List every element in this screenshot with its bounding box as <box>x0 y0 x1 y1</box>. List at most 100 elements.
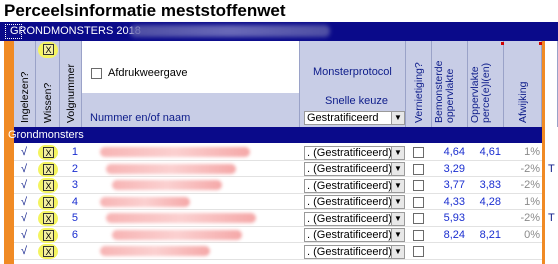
afwijking-value: -2% <box>520 162 540 175</box>
header-monsterprotocol-label: Monsterprotocol <box>313 66 392 78</box>
ingelezen-check: √ <box>21 195 28 208</box>
vernietiging-checkbox[interactable] <box>413 229 424 241</box>
extra-value: T <box>548 162 555 175</box>
info-bar-label: GRONDMONSTERS 2018 <box>10 25 141 37</box>
protocol-select[interactable]: . (Gestratificeerd) <box>304 195 405 209</box>
afwijking-value: -2% <box>520 179 540 191</box>
header-afwijking: Afwijking <box>504 41 542 127</box>
header-volgnummer-label: Volgnummer <box>64 64 77 123</box>
oppervlakte-value: 3,83 <box>479 179 501 191</box>
wissen-button[interactable]: X <box>43 163 54 175</box>
protocol-value: . (Gestratificeerd) <box>307 179 392 192</box>
header-ingelezen: Ingelezen? <box>14 41 36 127</box>
header-extra <box>545 41 558 127</box>
protocol-value: . (Gestratificeerd) <box>307 163 392 175</box>
bemonsterde-value: 3,77 <box>443 179 465 191</box>
vernietiging-checkbox[interactable] <box>413 213 424 224</box>
snelle-keuze-select[interactable]: Gestratificeerd <box>304 111 405 125</box>
left-accent-strip <box>4 41 14 264</box>
bemonsterde-value: 8,24 <box>443 228 465 241</box>
header-oppervlakte: Oppervlakte perce(e)l(en) <box>468 41 504 127</box>
wissen-button[interactable]: X <box>43 147 54 158</box>
vernietiging-checkbox[interactable] <box>413 163 424 175</box>
header-wissen-label: Wissen? <box>41 82 54 123</box>
afdrukweergave-checkbox[interactable] <box>91 68 102 79</box>
ingelezen-check: √ <box>21 179 28 191</box>
bemonsterde-value: 5,93 <box>443 212 465 224</box>
redacted-name <box>106 163 236 174</box>
volgnummer: 1 <box>71 146 78 158</box>
header-oppervlakte-label: Oppervlakte perce(e)l(en) <box>468 62 492 123</box>
extra-value: T <box>548 212 555 224</box>
bemonsterde-value: 3,29 <box>443 162 465 175</box>
protocol-select[interactable]: . (Gestratificeerd) <box>304 228 405 242</box>
header-volgnummer: Volgnummer <box>60 41 82 127</box>
protocol-dropdown-icon[interactable]: ▼ <box>391 146 404 159</box>
redacted-name <box>100 147 250 157</box>
afdrukweergave-label: Afdrukweergave <box>108 67 188 79</box>
protocol-dropdown-icon[interactable]: ▼ <box>391 212 404 225</box>
redacted-name <box>106 213 256 223</box>
oppervlakte-value: 4,61 <box>479 146 501 158</box>
wissen-all-button[interactable]: X <box>43 44 54 55</box>
wissen-button[interactable]: X <box>43 229 54 241</box>
protocol-select[interactable]: . (Gestratificeerd) <box>304 178 405 193</box>
protocol-select[interactable]: . (Gestratificeerd) <box>304 162 405 176</box>
header-nummer-naam-label: Nummer en/of naam <box>90 112 191 124</box>
protocol-value: . (Gestratificeerd) <box>307 212 392 225</box>
snelle-keuze-label: Snelle keuze <box>325 95 388 107</box>
protocol-select[interactable]: . (Gestratificeerd) <box>304 211 405 226</box>
section-bar <box>14 127 542 143</box>
vernietiging-checkbox[interactable] <box>413 147 424 158</box>
redacted-name <box>100 246 210 256</box>
wissen-button[interactable]: X <box>43 196 54 208</box>
snelle-keuze-dropdown-icon[interactable]: ▼ <box>391 112 404 124</box>
protocol-dropdown-icon[interactable]: ▼ <box>391 229 404 241</box>
volgnummer: 4 <box>71 195 78 208</box>
wissen-button[interactable]: X <box>43 246 54 257</box>
protocol-dropdown-icon[interactable]: ▼ <box>391 163 404 175</box>
afwijking-value: 1% <box>524 146 540 158</box>
window-title: Perceelsinformatie meststoffenwet <box>4 1 286 20</box>
vernietiging-checkbox[interactable] <box>413 180 424 191</box>
redacted-bar-text <box>130 25 330 37</box>
bemonsterde-value: 4,33 <box>443 195 465 208</box>
volgnummer: 5 <box>71 212 78 224</box>
comment-marker <box>539 42 542 45</box>
header-afwijking-label: Afwijking <box>516 81 529 123</box>
protocol-value: . (Gestratificeerd) <box>307 146 392 159</box>
protocol-dropdown-icon[interactable]: ▼ <box>391 196 404 208</box>
afwijking-value: 1% <box>524 195 540 208</box>
protocol-value: . (Gestratificeerd) <box>307 229 392 241</box>
section-label: Grondmonsters <box>8 129 84 141</box>
ingelezen-check: √ <box>21 146 28 158</box>
header-bemonsterde-label: Bemonsterde oppervlakte <box>432 60 456 123</box>
redacted-name <box>100 196 190 207</box>
header-vernietiging-label: Vernietiging? <box>412 62 425 123</box>
volgnummer: 2 <box>71 162 78 175</box>
vernietiging-checkbox[interactable] <box>413 246 424 257</box>
ingelezen-check: √ <box>21 162 28 175</box>
protocol-value: . (Gestratificeerd) <box>307 196 392 208</box>
protocol-value: . (Gestratificeerd) <box>307 245 392 258</box>
vernietiging-checkbox[interactable] <box>413 196 424 208</box>
afwijking-value: -2% <box>520 212 540 224</box>
redacted-name <box>112 180 222 190</box>
ingelezen-check: √ <box>21 245 28 257</box>
afwijking-value: 0% <box>524 228 540 241</box>
protocol-select[interactable]: . (Gestratificeerd) <box>304 145 405 160</box>
header-bemonsterde: Bemonsterde oppervlakte <box>432 41 468 127</box>
protocol-dropdown-icon[interactable]: ▼ <box>391 245 404 258</box>
snelle-keuze-value: Gestratificeerd <box>307 112 379 124</box>
oppervlakte-value: 4,28 <box>479 195 501 208</box>
volgnummer: 6 <box>71 228 78 241</box>
redacted-name <box>112 229 242 240</box>
table-row <box>14 243 542 260</box>
ingelezen-check: √ <box>21 212 28 224</box>
bemonsterde-value: 4,64 <box>443 146 465 158</box>
wissen-button[interactable]: X <box>43 180 54 191</box>
header-ingelezen-label: Ingelezen? <box>18 71 31 123</box>
wissen-button[interactable]: X <box>43 213 54 224</box>
protocol-dropdown-icon[interactable]: ▼ <box>391 179 404 192</box>
protocol-select[interactable]: . (Gestratificeerd) <box>304 244 405 259</box>
